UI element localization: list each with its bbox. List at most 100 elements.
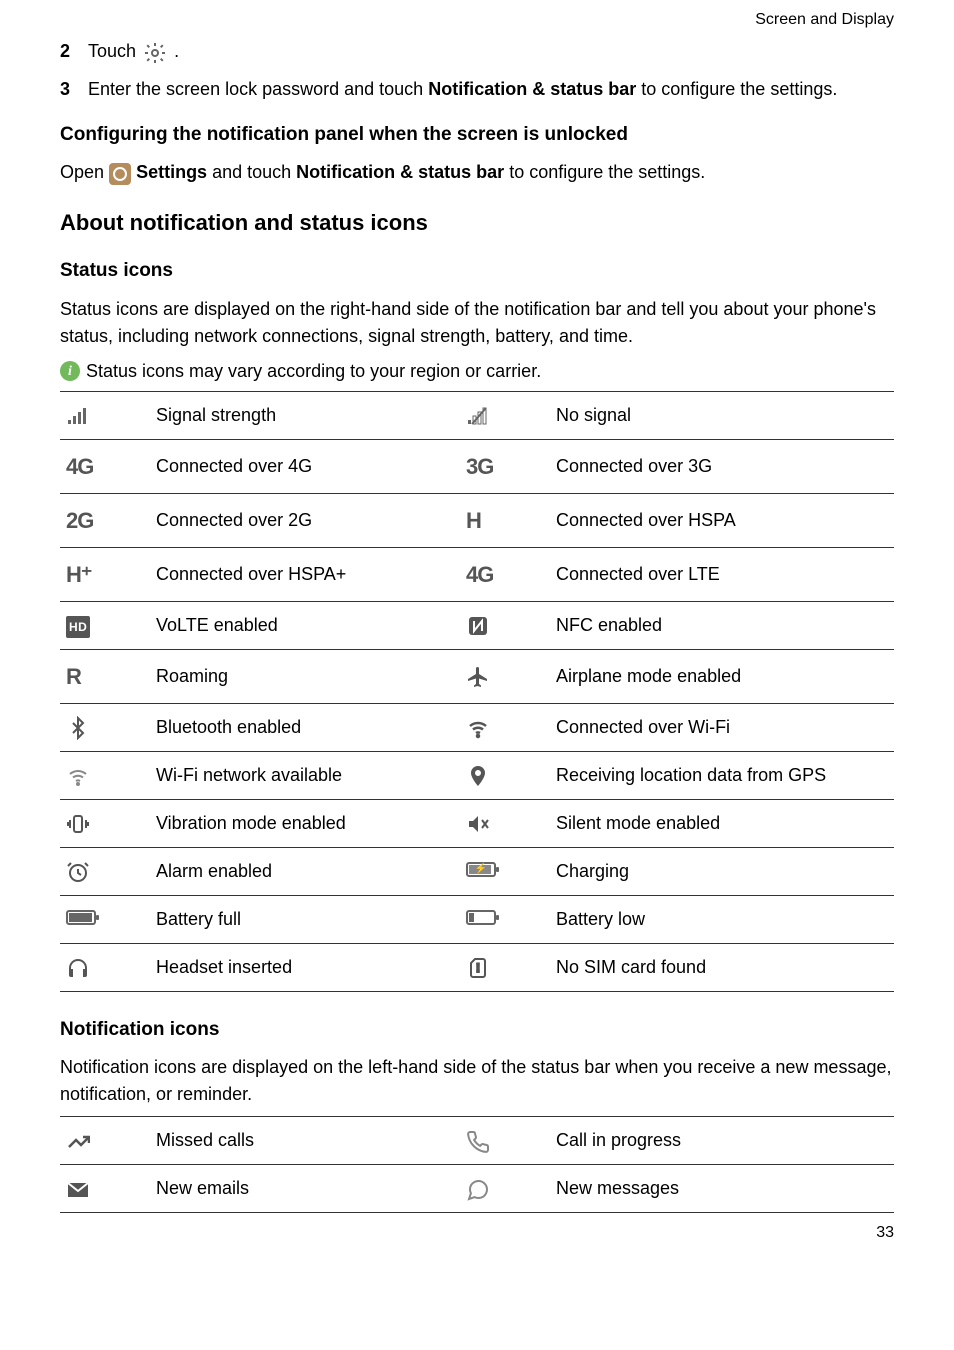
notification-icons-table: Missed callsCall in progressNew emailsNe… (60, 1116, 894, 1213)
cell-label: New emails (150, 1165, 460, 1213)
alarm-icon (60, 847, 150, 895)
3g-icon: 3G (460, 439, 550, 493)
svg-text:!: ! (476, 961, 480, 975)
step-number: 3 (60, 76, 88, 103)
table-row: HDVoLTE enabled NFC enabled (60, 601, 894, 649)
cell-label: Charging (550, 847, 894, 895)
cell-label: Alarm enabled (150, 847, 460, 895)
gear-icon (143, 39, 167, 66)
step-text: Enter the screen lock password and touch… (88, 76, 894, 103)
cell-label: New messages (550, 1165, 894, 1213)
no-sim-icon: ! (460, 943, 550, 991)
bold-text: Notification & status bar (296, 162, 504, 182)
battery-low-icon (460, 895, 550, 943)
status-paragraph: Status icons are displayed on the right-… (60, 296, 894, 350)
roaming-icon: R (60, 649, 150, 703)
table-row: Headset inserted! No SIM card found (60, 943, 894, 991)
wifi-icon (460, 703, 550, 751)
text: Enter the screen lock password and touch (88, 79, 428, 99)
table-row: Bluetooth enabled Connected over Wi-Fi (60, 703, 894, 751)
cell-label: Headset inserted (150, 943, 460, 991)
table-row: Signal strength No signal (60, 391, 894, 439)
info-note: i Status icons may vary according to you… (60, 358, 894, 385)
table-row: New emails New messages (60, 1165, 894, 1213)
message-icon (460, 1165, 550, 1213)
headset-icon (60, 943, 150, 991)
cell-label: NFC enabled (550, 601, 894, 649)
heading-about: About notification and status icons (60, 206, 894, 239)
text: to configure the settings. (636, 79, 837, 99)
cell-label: Call in progress (550, 1117, 894, 1165)
vibration-icon (60, 799, 150, 847)
cell-label: Receiving location data from GPS (550, 751, 894, 799)
cell-label: Connected over 2G (150, 493, 460, 547)
table-row: Battery full Battery low (60, 895, 894, 943)
cell-label: Connected over HSPA+ (150, 547, 460, 601)
info-icon: i (60, 361, 80, 381)
step-text: Touch . (88, 38, 894, 66)
cell-label: Connected over 3G (550, 439, 894, 493)
config-paragraph: Open Settings and touch Notification & s… (60, 159, 894, 186)
signal-bars-icon (60, 391, 150, 439)
2g-icon: 2G (60, 493, 150, 547)
bold-text: Notification & status bar (428, 79, 636, 99)
nfc-icon (460, 601, 550, 649)
text: . (174, 41, 179, 61)
cell-label: Battery full (150, 895, 460, 943)
table-row: H⁺Connected over HSPA+4GConnected over L… (60, 547, 894, 601)
text: to configure the settings. (504, 162, 705, 182)
table-row: Wi-Fi network available Receiving locatio… (60, 751, 894, 799)
cell-label: Connected over Wi-Fi (550, 703, 894, 751)
table-row: Vibration mode enabled Silent mode enable… (60, 799, 894, 847)
status-icons-table: Signal strengthNo signal4GConnected over… (60, 391, 894, 992)
wifi-available-icon (60, 751, 150, 799)
table-row: 2GConnected over 2GHConnected over HSPA (60, 493, 894, 547)
cell-label: Vibration mode enabled (150, 799, 460, 847)
cell-label: Signal strength (150, 391, 460, 439)
cell-label: Wi-Fi network available (150, 751, 460, 799)
bluetooth-icon (60, 703, 150, 751)
cell-label: Battery low (550, 895, 894, 943)
cell-label: No SIM card found (550, 943, 894, 991)
hd-icon: HD (60, 601, 150, 649)
cell-label: Silent mode enabled (550, 799, 894, 847)
table-row: Missed calls Call in progress (60, 1117, 894, 1165)
cell-label: Connected over 4G (150, 439, 460, 493)
silent-icon (460, 799, 550, 847)
table-row: RRoaming Airplane mode enabled (60, 649, 894, 703)
heading-status-icons: Status icons (60, 257, 894, 286)
settings-app-icon (109, 163, 131, 185)
step-3: 3 Enter the screen lock password and tou… (60, 76, 894, 103)
no-signal-icon (460, 391, 550, 439)
location-icon (460, 751, 550, 799)
cell-label: Bluetooth enabled (150, 703, 460, 751)
section-header: Screen and Display (60, 0, 894, 32)
cell-label: Connected over HSPA (550, 493, 894, 547)
cell-label: Missed calls (150, 1117, 460, 1165)
page-number: 33 (60, 1221, 894, 1245)
cell-label: No signal (550, 391, 894, 439)
4g-lte-icon: 4G (460, 547, 550, 601)
text: Settings (136, 162, 207, 182)
4g-icon: 4G (60, 439, 150, 493)
charging-icon: ⚡ (460, 847, 550, 895)
notif-paragraph: Notification icons are displayed on the … (60, 1054, 894, 1108)
table-row: 4GConnected over 4G3GConnected over 3G (60, 439, 894, 493)
missed-call-icon (60, 1117, 150, 1165)
text: Open (60, 162, 109, 182)
heading-notification-icons: Notification icons (60, 1016, 894, 1045)
email-icon (60, 1165, 150, 1213)
hplus-icon: H⁺ (60, 547, 150, 601)
cell-label: VoLTE enabled (150, 601, 460, 649)
text: Touch (88, 41, 141, 61)
cell-label: Connected over LTE (550, 547, 894, 601)
airplane-icon (460, 649, 550, 703)
step-2: 2 Touch . (60, 38, 894, 66)
cell-label: Roaming (150, 649, 460, 703)
note-text: Status icons may vary according to your … (86, 358, 541, 385)
battery-full-icon (60, 895, 150, 943)
subheading-config: Configuring the notification panel when … (60, 121, 894, 150)
cell-label: Airplane mode enabled (550, 649, 894, 703)
step-number: 2 (60, 38, 88, 66)
text: and touch (207, 162, 296, 182)
